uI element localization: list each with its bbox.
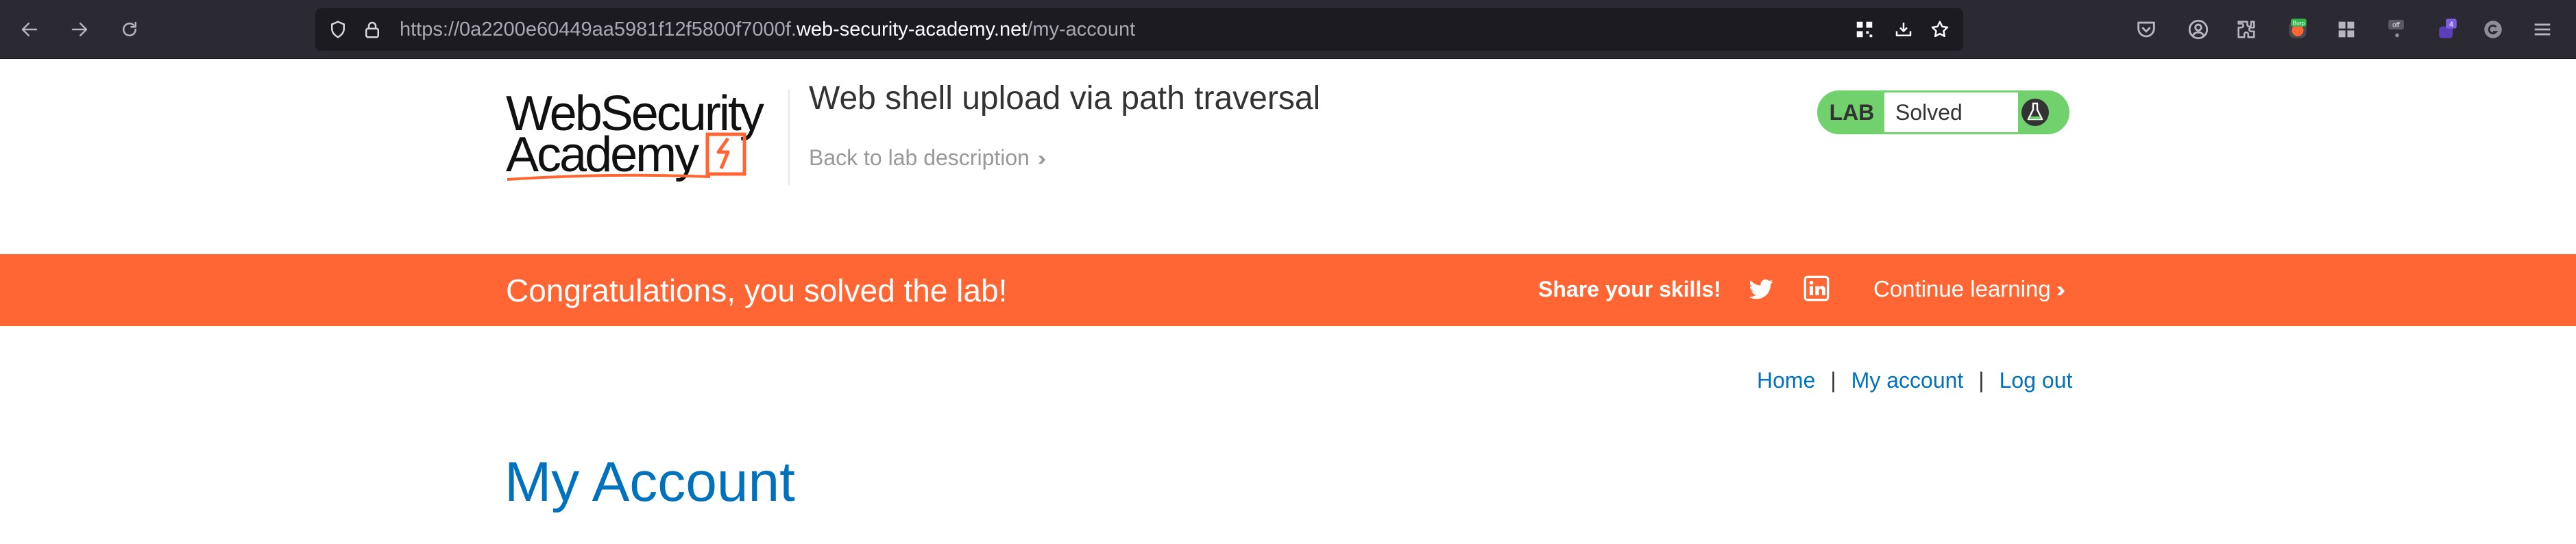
lock-icon[interactable] xyxy=(362,19,382,40)
web-security-academy-logo[interactable]: WebSecurity Academy xyxy=(506,89,780,185)
svg-text:4: 4 xyxy=(2449,21,2453,29)
bookmark-star-icon[interactable] xyxy=(1930,19,1950,40)
logo-swoosh-icon xyxy=(507,173,711,181)
twitter-icon[interactable] xyxy=(1747,275,1775,304)
page-title: My Account xyxy=(505,451,795,513)
continue-learning-link[interactable]: Continue learning ›› xyxy=(1873,275,2066,304)
svg-text:Burp: Burp xyxy=(2292,20,2305,27)
log-out-link[interactable]: Log out xyxy=(2000,368,2073,393)
pocket-icon[interactable] xyxy=(2135,18,2158,41)
congratulations-message: Congratulations, you solved the lab! xyxy=(506,273,1008,308)
lab-status-tag: LAB xyxy=(1829,99,1875,125)
menu-icon[interactable] xyxy=(2531,18,2554,41)
continue-learning-label: Continue learning xyxy=(1873,276,2051,301)
qr-code-icon[interactable] xyxy=(1854,19,1875,40)
nav-separator: | xyxy=(1978,368,1984,393)
address-bar[interactable]: https://0a2200e60449aa5981f12f5800f7000f… xyxy=(315,8,1963,51)
save-to-pocket-icon[interactable] xyxy=(1893,19,1914,40)
forward-icon[interactable] xyxy=(65,15,94,44)
my-account-link[interactable]: My account xyxy=(1851,368,1964,393)
svg-text:off: off xyxy=(2392,21,2400,29)
linkedin-icon[interactable] xyxy=(1803,275,1830,302)
burp-extension-icon[interactable]: Burp xyxy=(2286,18,2309,41)
tracking-shield-icon[interactable] xyxy=(328,19,348,40)
url-text[interactable]: https://0a2200e60449aa5981f12f5800f7000f… xyxy=(400,17,1135,42)
share-skills-label: Share your skills! xyxy=(1538,277,1721,301)
lab-header: WebSecurity Academy Web shell upload via… xyxy=(0,59,2576,254)
double-chevron-right-icon: ›› xyxy=(2056,277,2066,301)
home-link[interactable]: Home xyxy=(1757,368,1815,393)
account-icon[interactable] xyxy=(2187,18,2210,41)
double-chevron-right-icon: ›› xyxy=(1037,147,1046,170)
back-link-label: Back to lab description xyxy=(809,145,1030,170)
logo-lightning-icon xyxy=(705,132,746,176)
flask-icon xyxy=(2021,99,2049,126)
lab-title: Web shell upload via path traversal xyxy=(809,80,1321,116)
solved-banner: Congratulations, you solved the lab! Sha… xyxy=(0,254,2576,326)
back-icon[interactable] xyxy=(15,15,44,44)
account-nav: Home | My account | Log out xyxy=(1757,366,2072,395)
nav-separator: | xyxy=(1830,368,1836,393)
header-divider xyxy=(788,89,790,185)
grid-extension-icon[interactable] xyxy=(2335,18,2358,41)
reload-icon[interactable] xyxy=(115,15,144,44)
browser-toolbar: https://0a2200e60449aa5981f12f5800f7000f… xyxy=(0,0,2576,59)
back-to-lab-description-link[interactable]: Back to lab description ›› xyxy=(809,144,1046,173)
extensions-icon[interactable] xyxy=(2235,18,2258,41)
proxy-off-extension-icon[interactable]: off xyxy=(2385,18,2409,41)
lab-status-widget: LAB Solved xyxy=(1817,90,2069,134)
count-badge-extension-icon[interactable]: 4 xyxy=(2436,18,2459,41)
grammarly-extension-icon[interactable] xyxy=(2481,18,2505,41)
lab-status-value: Solved xyxy=(1884,92,2018,132)
